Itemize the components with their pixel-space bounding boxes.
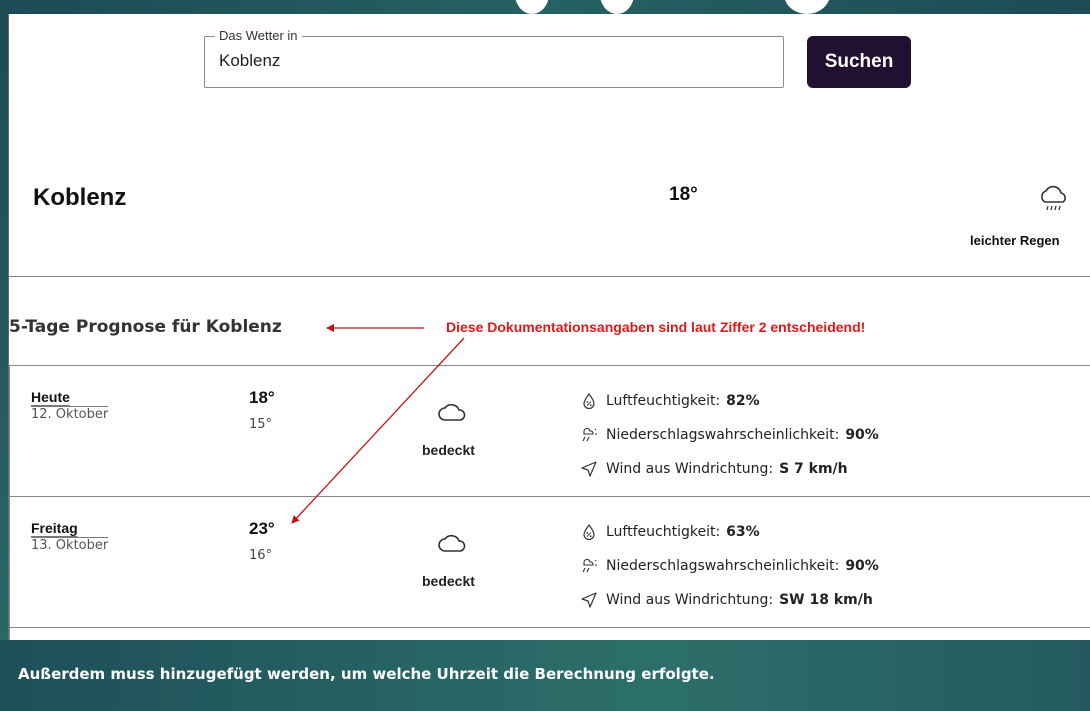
divider <box>9 276 1090 277</box>
precipitation-label: Niederschlagswahrscheinlichkeit: <box>606 427 840 443</box>
wind-detail: Wind aus Windrichtung: SW 18 km/h <box>580 591 873 609</box>
humidity-label: Luftfeuchtigkeit: <box>606 393 721 409</box>
wind-detail: Wind aus Windrichtung: S 7 km/h <box>580 460 848 478</box>
wind-direction-icon <box>581 592 597 608</box>
humidity-detail: Luftfeuchtigkeit: 63% <box>580 523 760 541</box>
day-date: 12. Oktober <box>31 406 109 422</box>
cloud-icon <box>438 403 466 421</box>
forecast-row: Freitag 13. Oktober 23° 16° bedeckt Luft… <box>10 497 1090 628</box>
max-temperature: 23° <box>249 519 275 538</box>
forecast-title: 5-Tage Prognose für Koblenz <box>9 317 282 337</box>
search-field[interactable]: Das Wetter in Koblenz <box>204 28 784 88</box>
precipitation-detail: Niederschlagswahrscheinlichkeit: 90% <box>580 557 879 575</box>
day-name: Freitag <box>31 520 78 536</box>
wind-label: Wind aus Windrichtung: <box>606 592 774 608</box>
search-input[interactable]: Koblenz <box>219 51 280 71</box>
wind-value: SW 18 km/h <box>779 592 873 608</box>
humidity-icon <box>583 392 595 410</box>
humidity-icon <box>583 523 595 541</box>
wind-direction-icon <box>581 461 597 477</box>
min-temperature: 15° <box>249 417 273 432</box>
min-temperature: 16° <box>249 548 273 563</box>
wind-value: S 7 km/h <box>779 461 848 477</box>
day-date: 13. Oktober <box>31 537 109 553</box>
title-fragment <box>600 0 634 14</box>
precipitation-value: 90% <box>845 558 879 574</box>
slide-footer: Außerdem muss hinzugefügt werden, um wel… <box>0 640 1090 711</box>
cloud-icon <box>438 534 466 552</box>
wind-label: Wind aus Windrichtung: <box>606 461 774 477</box>
day-condition: bedeckt <box>422 442 475 458</box>
day-name: Heute <box>31 389 70 405</box>
precipitation-icon <box>582 427 597 442</box>
day-condition: bedeckt <box>422 573 475 589</box>
precipitation-detail: Niederschlagswahrscheinlichkeit: 90% <box>580 426 879 444</box>
cloud-rain-icon <box>1041 185 1066 211</box>
precipitation-value: 90% <box>845 427 879 443</box>
title-fragment <box>515 0 549 14</box>
search-button[interactable]: Suchen <box>807 36 911 88</box>
humidity-label: Luftfeuchtigkeit: <box>606 524 721 540</box>
footer-text: Außerdem muss hinzugefügt werden, um wel… <box>18 665 715 683</box>
slide-frame-left <box>0 0 8 640</box>
precipitation-label: Niederschlagswahrscheinlichkeit: <box>606 558 840 574</box>
search-legend: Das Wetter in <box>215 28 302 43</box>
forecast-table: Heute 12. Oktober 18° 15° bedeckt Luftfe… <box>9 365 1090 640</box>
current-temperature: 18° <box>669 184 698 205</box>
title-fragment <box>784 0 830 14</box>
current-condition: leichter Regen <box>970 233 1060 248</box>
humidity-value: 82% <box>726 393 760 409</box>
max-temperature: 18° <box>249 388 275 407</box>
humidity-value: 63% <box>726 524 760 540</box>
city-title: Koblenz <box>33 184 127 211</box>
annotation-text: Diese Dokumentationsangaben sind laut Zi… <box>446 319 866 335</box>
precipitation-icon <box>582 558 597 573</box>
forecast-row: Heute 12. Oktober 18° 15° bedeckt Luftfe… <box>10 366 1090 497</box>
humidity-detail: Luftfeuchtigkeit: 82% <box>580 392 760 410</box>
weather-screenshot: Das Wetter in Koblenz Suchen Koblenz 18°… <box>8 14 1090 640</box>
slide-title-band <box>0 0 1090 14</box>
